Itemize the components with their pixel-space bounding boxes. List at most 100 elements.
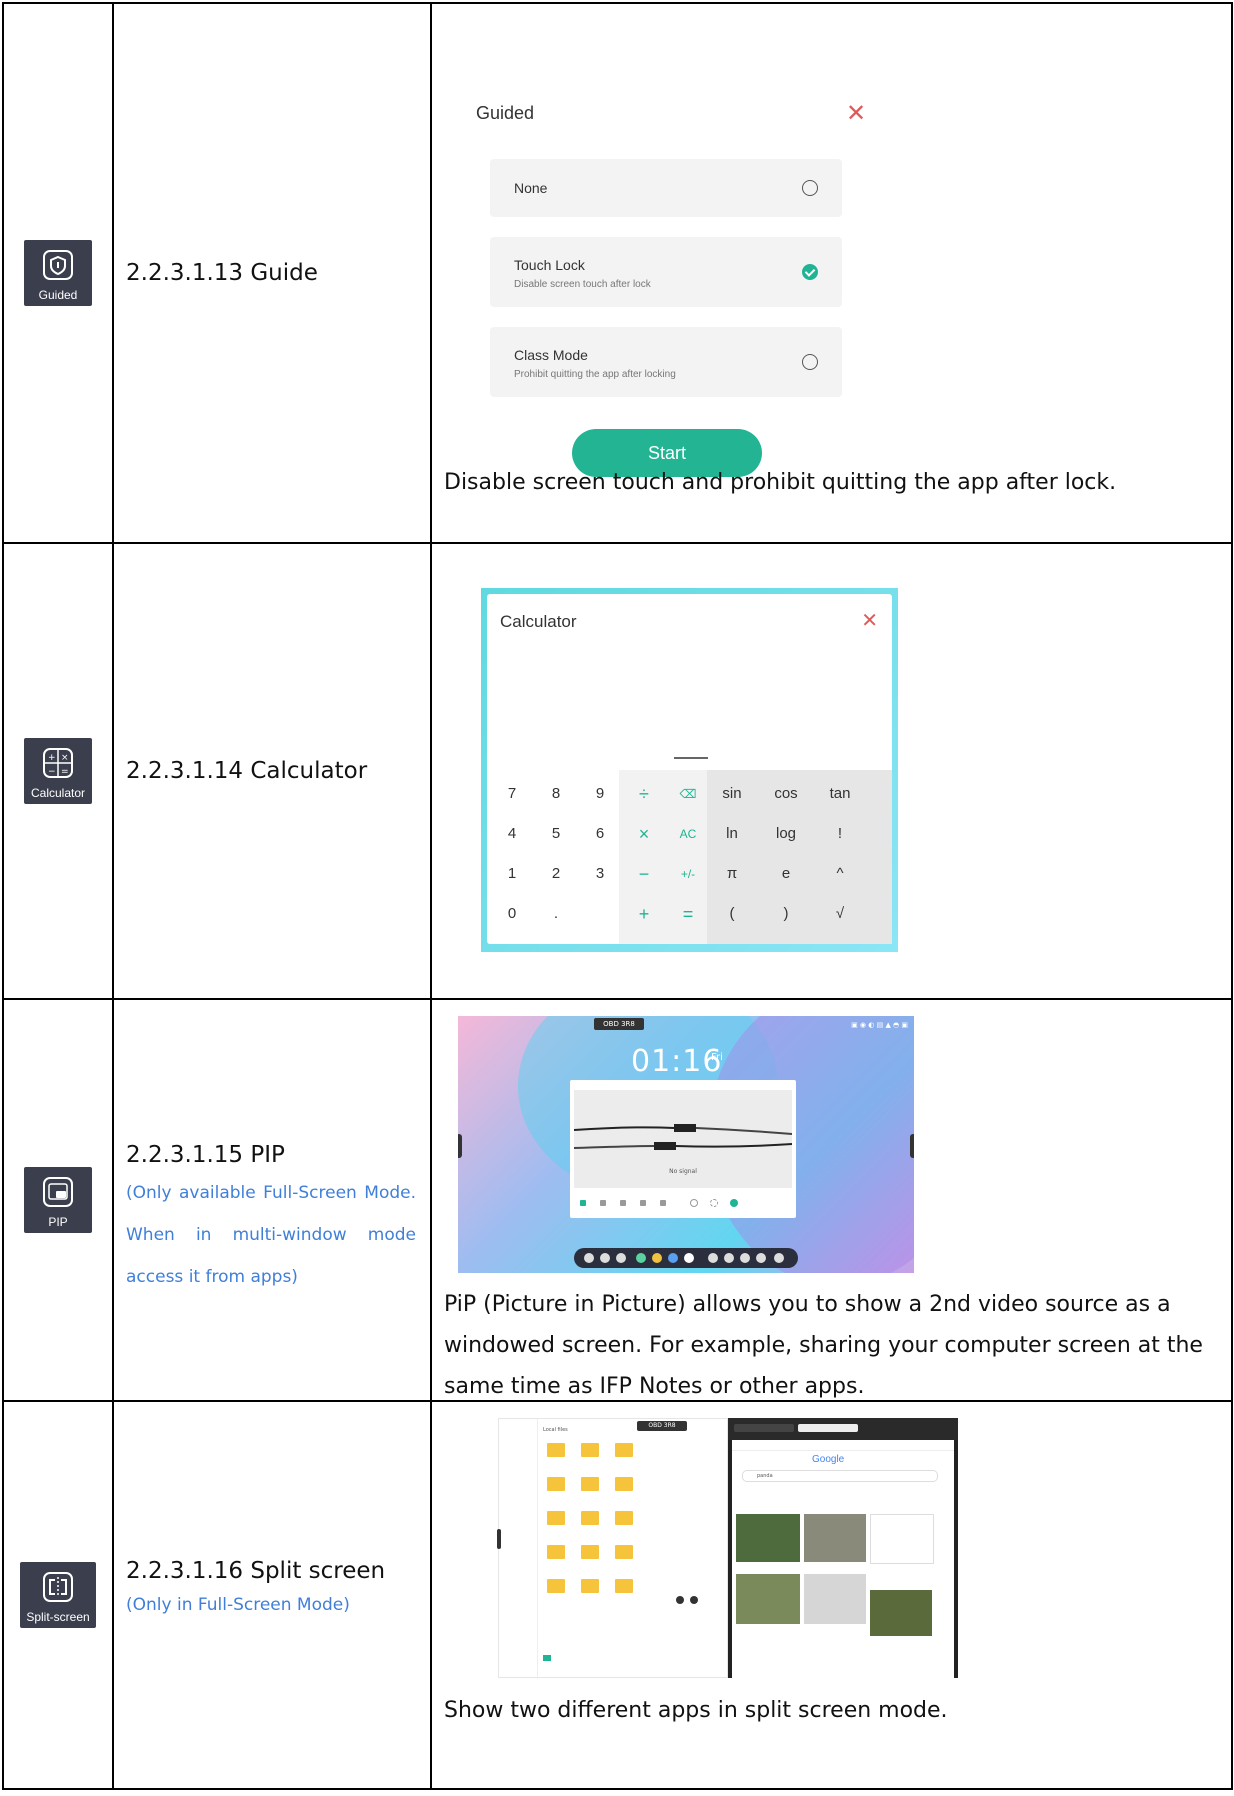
calc-key[interactable]: 1 (487, 852, 537, 896)
option-sub: Disable screen touch after lock (514, 279, 651, 290)
description: Disable screen touch and prohibit quitti… (444, 470, 1117, 495)
calc-key[interactable]: 7 (487, 772, 537, 816)
folder-icon[interactable] (615, 1477, 633, 1491)
calc-key[interactable]: cos (761, 772, 811, 816)
calc-key[interactable]: ! (815, 812, 865, 856)
close-icon[interactable]: ✕ (846, 99, 866, 127)
description: PiP (Picture in Picture) allows you to s… (444, 1292, 1203, 1399)
calc-key[interactable]: 6 (575, 812, 625, 856)
drag-handle[interactable] (674, 757, 708, 759)
calc-key[interactable]: e (761, 852, 811, 896)
calc-key[interactable]: sin (707, 772, 757, 816)
radio-icon[interactable] (802, 180, 818, 196)
svg-text:×: × (61, 753, 69, 763)
calc-key[interactable]: √ (815, 892, 865, 936)
option-none[interactable]: None (490, 159, 842, 217)
calc-key[interactable]: ÷ (619, 772, 669, 816)
folder-icon[interactable] (581, 1477, 599, 1491)
calculator-window: Calculator ✕ 7 8 9 ÷ ⌫ sin cos tan 4 5 6 × AC ln log! 1… (487, 594, 892, 944)
calc-key[interactable]: 5 (531, 812, 581, 856)
calc-key[interactable]: 2 (531, 852, 581, 896)
folder-icon[interactable] (547, 1579, 565, 1593)
keypad: 7 8 9 ÷ ⌫ sin cos tan 4 5 6 × AC ln log! 1 2 3− +/- π e ^ 0. + =… (487, 770, 892, 944)
calc-key[interactable]: × (619, 812, 669, 856)
calc-key[interactable]: tan (815, 772, 865, 816)
calc-key[interactable]: = (663, 892, 713, 936)
file-manager-header: Local files (543, 1427, 568, 1433)
folder-icon[interactable] (581, 1511, 599, 1525)
no-signal-text: No signal (669, 1168, 697, 1175)
calc-key[interactable]: ) (761, 892, 811, 936)
section-note: (Only available Full-Screen Mode. When i… (126, 1183, 416, 1287)
svg-text:+: + (48, 753, 56, 763)
split-screen-screenshot: Local files OBD 3R8 Google panda (497, 1418, 958, 1679)
folder-icon[interactable] (547, 1511, 565, 1525)
folder-icon[interactable] (581, 1579, 599, 1593)
pip-app-icon[interactable]: PIP (24, 1167, 92, 1233)
calc-key[interactable]: π (707, 852, 757, 896)
folder-icon[interactable] (581, 1443, 599, 1457)
dock-bar (574, 1248, 798, 1268)
radio-icon[interactable] (802, 354, 818, 370)
split-screen-icon (43, 1572, 73, 1602)
calc-key[interactable]: 8 (531, 772, 581, 816)
icon-label: Guided (38, 288, 78, 302)
calc-key[interactable]: ^ (815, 852, 865, 896)
calc-key[interactable]: + (619, 892, 669, 936)
calculator-app-icon[interactable]: + × − = Calculator (24, 738, 92, 804)
option-class-mode[interactable]: Class Mode Prohibit quitting the app aft… (490, 327, 842, 397)
option-label: Class Mode (514, 347, 588, 363)
section-note: (Only in Full-Screen Mode) (126, 1595, 350, 1615)
calc-key[interactable]: 4 (487, 812, 537, 856)
icon-label: Split-screen (26, 1610, 90, 1624)
folder-icon[interactable] (615, 1545, 633, 1559)
browser-pane: Google panda (728, 1418, 958, 1678)
folder-icon[interactable] (615, 1511, 633, 1525)
calc-key[interactable]: ln (707, 812, 757, 856)
status-bar-icons: ▣ ◉ ◐ ▤ ▲ ◓ ▣ (851, 1021, 908, 1029)
side-handle[interactable] (458, 1134, 462, 1158)
calc-key[interactable]: . (531, 892, 581, 936)
folder-icon[interactable] (547, 1443, 565, 1457)
calc-key[interactable]: AC (663, 812, 713, 856)
calc-key[interactable]: 3 (575, 852, 625, 896)
clock-date: Fri (711, 1052, 723, 1063)
option-sub: Prohibit quitting the app after locking (514, 369, 676, 380)
file-manager-pane: Local files OBD 3R8 (497, 1418, 728, 1679)
feature-table: Guided 2.2.3.1.13 Guide Guided ✕ None To… (2, 2, 1233, 1790)
table-row: Split-screen 2.2.3.1.16 Split screen (On… (2, 1400, 1233, 1790)
guided-app-icon[interactable]: Guided (24, 240, 92, 306)
icon-label: Calculator (30, 786, 86, 800)
svg-text:−: − (48, 767, 56, 777)
table-row: Guided 2.2.3.1.13 Guide Guided ✕ None To… (2, 2, 1233, 544)
check-icon[interactable] (802, 264, 818, 280)
dialog-title: Guided (476, 103, 535, 123)
table-row: PIP 2.2.3.1.15 PIP (Only available Full-… (2, 998, 1233, 1402)
guided-dialog: Guided ✕ None Touch Lock Disable screen … (432, 47, 1231, 499)
close-icon[interactable]: ✕ (861, 608, 878, 633)
folder-icon[interactable] (615, 1579, 633, 1593)
pip-window[interactable]: No signal (570, 1080, 796, 1218)
calc-key[interactable]: 0 (487, 892, 537, 936)
folder-icon[interactable] (581, 1545, 599, 1559)
split-screen-app-icon[interactable]: Split-screen (20, 1562, 96, 1628)
calc-key[interactable] (575, 892, 625, 936)
calc-key[interactable]: log (761, 812, 811, 856)
section-title: 2.2.3.1.14 Calculator (126, 758, 368, 784)
browser-search-field[interactable]: panda (742, 1470, 938, 1482)
calculator-icon: + × − = (43, 748, 73, 778)
option-label: Touch Lock (514, 257, 585, 273)
calc-key[interactable]: ( (707, 892, 757, 936)
side-handle[interactable] (910, 1134, 914, 1158)
calc-key[interactable]: 9 (575, 772, 625, 816)
calc-key[interactable]: +/- (663, 852, 713, 896)
section-title: 2.2.3.1.15 PIP (126, 1142, 285, 1168)
calculator-screenshot: Calculator ✕ 7 8 9 ÷ ⌫ sin cos tan 4 5 6 × AC ln log! 1… (481, 588, 898, 952)
calc-key[interactable]: ⌫ (663, 772, 713, 816)
option-touch-lock[interactable]: Touch Lock Disable screen touch after lo… (490, 237, 842, 307)
folder-icon[interactable] (615, 1443, 633, 1457)
source-toolbar (580, 1198, 780, 1208)
folder-icon[interactable] (547, 1477, 565, 1491)
folder-icon[interactable] (547, 1545, 565, 1559)
calc-key[interactable]: − (619, 852, 669, 896)
